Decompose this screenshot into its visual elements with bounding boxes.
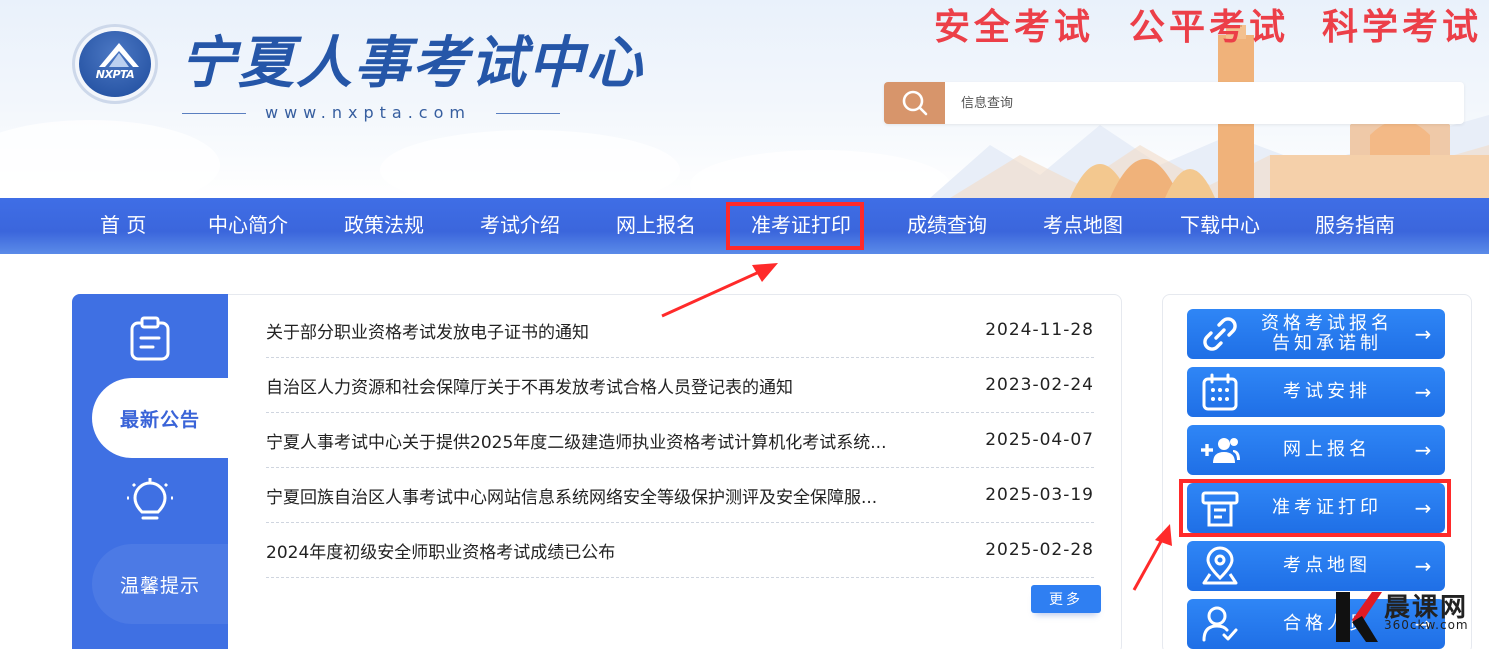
nav-item-policy[interactable]: 政策法规 [344,198,424,254]
user-check-icon-wrap [1187,604,1253,644]
header-cloud [690,150,950,198]
nav-item-registration[interactable]: 网上报名 [616,198,696,254]
notice-title[interactable]: 自治区人力资源和社会保障厅关于不再发放考试合格人员登记表的通知 [266,373,793,398]
quick-link-highlight-box [1179,479,1451,537]
site-title: 宁夏人事考试中心 [180,30,644,96]
notice-item[interactable]: 宁夏回族自治区人事考试中心网站信息系统网络安全等级保护测评及安全保障服... 2… [266,468,1094,523]
slogan-1: 安全考试 [934,7,1095,48]
watermark-url: 360ckw.com [1384,618,1469,632]
notice-date: 2023-02-24 [985,375,1094,395]
arrow-right-icon: → [1414,438,1432,462]
notice-date: 2025-03-19 [985,485,1094,505]
user-check-icon [1202,606,1238,642]
quick-link-label: 考点地图 [1283,555,1371,576]
search-bar [884,82,1464,124]
notice-date: 2024-11-28 [985,320,1094,340]
quick-link-exam-schedule[interactable]: 考试安排 → [1187,367,1445,417]
add-user-icon [1201,438,1240,463]
watermark-logo-icon [1336,592,1382,642]
arrow-to-quicklink-line [1132,535,1166,591]
logo-abbr: NXPTA [95,68,135,81]
site-header: NXPTA 宁夏人事考试中心 www.nxpta.com 安全考试 公平考试 科… [0,0,1489,198]
url-divider-right [496,113,560,114]
slogan-2: 公平考试 [1129,7,1290,48]
notice-tabs: 最新公告 温馨提示 [72,294,228,649]
quick-link-label: 考试安排 [1283,381,1371,402]
nav-item-service-guide[interactable]: 服务指南 [1315,198,1395,254]
notice-list: 关于部分职业资格考试发放电子证书的通知 2024-11-28 自治区人力资源和社… [266,303,1094,578]
notice-title[interactable]: 关于部分职业资格考试发放电子证书的通知 [266,318,589,343]
notice-title[interactable]: 2024年度初级安全师职业资格考试成绩已公布 [266,538,615,563]
lightbulb-icon [127,478,173,520]
arrow-right-icon: → [1414,322,1432,346]
link-icon-wrap [1187,314,1253,354]
nav-item-home[interactable]: 首 页 [100,198,146,254]
arrow-right-icon: → [1414,380,1432,404]
map-pin-icon-wrap [1187,546,1253,586]
main-nav: 首 页 中心简介 政策法规 考试介绍 网上报名 准考证打印 成绩查询 考点地图 … [0,198,1489,254]
calendar-icon [1202,373,1238,411]
logo-mountain-icon [99,43,139,67]
more-button[interactable]: 更多 [1031,585,1101,613]
tab-latest-announcements[interactable]: 最新公告 [92,378,228,458]
search-input[interactable] [945,83,1445,123]
watermark: 晨课网 360ckw.com [1330,584,1489,649]
add-user-icon-wrap [1187,430,1253,470]
site-logo[interactable]: NXPTA [72,24,158,104]
nav-highlight-box [726,202,864,250]
calendar-icon-wrap [1187,372,1253,412]
quick-link-label-line2: 告知承诺制 [1272,333,1382,354]
tab-warm-tips-label: 温馨提示 [119,574,200,597]
nav-item-exam-sites[interactable]: 考点地图 [1043,198,1123,254]
header-cloud [0,120,220,198]
nav-item-about[interactable]: 中心简介 [208,198,288,254]
quick-link-online-registration[interactable]: 网上报名 → [1187,425,1445,475]
logo-emblem-inner: NXPTA [79,31,151,97]
nav-item-downloads[interactable]: 下载中心 [1180,198,1260,254]
quick-link-qualification-registration[interactable]: 资格考试报名 告知承诺制 → [1187,309,1445,359]
nav-item-exams[interactable]: 考试介绍 [480,198,560,254]
notice-title[interactable]: 宁夏回族自治区人事考试中心网站信息系统网络安全等级保护测评及安全保障服... [266,483,877,508]
map-pin-icon [1202,546,1238,585]
quick-link-label: 资格考试报名 告知承诺制 [1253,314,1401,354]
slogan-3: 科学考试 [1322,7,1483,48]
quick-link-label-line1: 资格考试报名 [1261,313,1393,334]
notice-item[interactable]: 2024年度初级安全师职业资格考试成绩已公布 2025-02-28 [266,523,1094,578]
page: NXPTA 宁夏人事考试中心 www.nxpta.com 安全考试 公平考试 科… [0,0,1489,649]
search-button[interactable] [884,82,945,124]
link-icon [1203,317,1237,351]
notice-item[interactable]: 宁夏人事考试中心关于提供2025年度二级建造师执业资格考试计算机化考试系统...… [266,413,1094,468]
tips-tab-icon-wrap [72,478,228,526]
header-cloud [380,130,680,198]
arrow-right-icon: → [1414,554,1432,578]
notice-date: 2025-02-28 [985,540,1094,560]
notice-item[interactable]: 自治区人力资源和社会保障厅关于不再发放考试合格人员登记表的通知 2023-02-… [266,358,1094,413]
notice-date: 2025-04-07 [985,430,1094,450]
tab-warm-tips[interactable]: 温馨提示 [92,544,228,624]
clipboard-icon [130,316,170,361]
tab-latest-announcements-label: 最新公告 [119,408,200,431]
announcement-tab-icon-wrap [72,316,228,362]
nav-item-scores[interactable]: 成绩查询 [907,198,987,254]
url-divider-left [182,113,246,114]
notice-title[interactable]: 宁夏人事考试中心关于提供2025年度二级建造师执业资格考试计算机化考试系统... [266,428,886,453]
search-icon [902,90,927,116]
site-url: www.nxpta.com [265,103,471,122]
arrow-to-nav-head [752,263,778,282]
quick-link-label: 网上报名 [1283,439,1371,460]
notice-item[interactable]: 关于部分职业资格考试发放电子证书的通知 2024-11-28 [266,303,1094,358]
